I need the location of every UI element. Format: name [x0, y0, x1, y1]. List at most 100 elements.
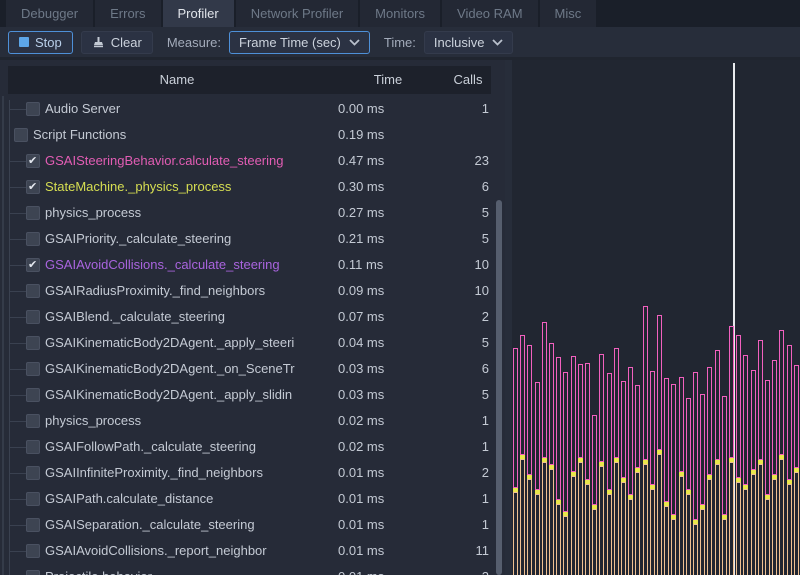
tab-profiler[interactable]: Profiler — [163, 0, 234, 27]
column-header-time[interactable]: Time — [346, 66, 430, 94]
clear-button-label: Clear — [111, 35, 142, 50]
row-checkbox[interactable] — [26, 284, 40, 298]
graph-bar-salmon — [736, 482, 741, 575]
row-checkbox[interactable] — [26, 310, 40, 324]
graph-bar-pink — [715, 350, 720, 460]
table-row[interactable]: GSAIBlend._calculate_steering 0.07 ms 2 — [0, 304, 496, 330]
row-name: GSAIBlend._calculate_steering — [45, 309, 225, 324]
table-row[interactable]: GSAIPriority._calculate_steering 0.21 ms… — [0, 226, 496, 252]
tab-debugger[interactable]: Debugger — [6, 0, 93, 27]
graph-bar-pink — [607, 373, 612, 490]
table-row[interactable]: GSAIKinematicBody2DAgent._apply_steeri 0… — [0, 330, 496, 356]
table-row[interactable]: GSAIAvoidCollisions._calculate_steering … — [0, 252, 496, 278]
tab-monitors[interactable]: Monitors — [360, 0, 440, 27]
row-time: 0.27 ms — [338, 205, 408, 220]
table-scrollbar[interactable] — [496, 200, 502, 575]
graph-bar-salmon — [571, 476, 576, 575]
row-checkbox[interactable] — [26, 102, 40, 116]
clear-brush-icon — [92, 36, 105, 49]
tab-label: Profiler — [178, 6, 219, 21]
row-name: StateMachine._physics_process — [45, 179, 231, 194]
graph-bar-salmon — [679, 476, 684, 575]
graph-bar-pink — [700, 394, 705, 505]
graph-bar-salmon — [535, 494, 540, 575]
table-row[interactable]: Script Functions 0.19 ms — [0, 122, 496, 148]
row-checkbox[interactable] — [14, 128, 28, 142]
table-row[interactable]: GSAIRadiusProximity._find_neighbors 0.09… — [0, 278, 496, 304]
table-row[interactable]: GSAIAvoidCollisions._report_neighbor 0.0… — [0, 538, 496, 564]
graph-bar-pink — [643, 306, 648, 460]
measure-dropdown[interactable]: Frame Time (sec) — [229, 31, 370, 54]
row-checkbox[interactable] — [26, 180, 40, 194]
row-checkbox[interactable] — [26, 492, 40, 506]
row-checkbox[interactable] — [26, 388, 40, 402]
row-checkbox[interactable] — [26, 232, 40, 246]
tree-connector-line — [9, 239, 26, 240]
graph-bar-pink — [758, 340, 763, 460]
tree-connector-line — [9, 187, 26, 188]
table-row[interactable]: GSAISeparation._calculate_steering 0.01 … — [0, 512, 496, 538]
profiler-graph[interactable] — [512, 60, 800, 575]
row-checkbox[interactable] — [26, 336, 40, 350]
row-calls: 5 — [440, 231, 489, 246]
graph-bar-salmon — [787, 484, 792, 575]
graph-bar-salmon — [664, 506, 669, 575]
table-row[interactable]: StateMachine._physics_process 0.30 ms 6 — [0, 174, 496, 200]
table-row[interactable]: Audio Server 0.00 ms 1 — [0, 96, 496, 122]
row-name: GSAIKinematicBody2DAgent._apply_steeri — [45, 335, 294, 350]
graph-bar-pink — [679, 377, 684, 472]
tree-connector-line — [9, 265, 26, 266]
graph-bar-salmon — [635, 472, 640, 575]
tab-misc[interactable]: Misc — [540, 0, 597, 27]
row-time: 0.47 ms — [338, 153, 408, 168]
row-name: GSAIFollowPath._calculate_steering — [45, 439, 256, 454]
tab-label: Network Profiler — [251, 6, 343, 21]
row-calls: 1 — [440, 517, 489, 532]
chevron-down-icon — [349, 39, 360, 46]
row-name: GSAIKinematicBody2DAgent._apply_slidin — [45, 387, 292, 402]
tab-video-ram[interactable]: Video RAM — [442, 0, 538, 27]
time-label: Time: — [384, 35, 416, 50]
column-header-calls[interactable]: Calls — [430, 66, 505, 94]
table-row[interactable]: GSAIKinematicBody2DAgent._on_SceneTr 0.0… — [0, 356, 496, 382]
row-checkbox[interactable] — [26, 258, 40, 272]
table-row[interactable]: GSAISteeringBehavior.calculate_steering … — [0, 148, 496, 174]
row-checkbox[interactable] — [26, 414, 40, 428]
graph-bar-pink — [621, 381, 626, 478]
stop-button[interactable]: Stop — [8, 31, 73, 54]
graph-bar-pink — [535, 382, 540, 490]
row-checkbox[interactable] — [26, 518, 40, 532]
table-row[interactable]: physics_process 0.27 ms 5 — [0, 200, 496, 226]
row-calls: 5 — [440, 387, 489, 402]
row-calls: 2 — [440, 569, 489, 575]
row-checkbox[interactable] — [26, 544, 40, 558]
tab-errors[interactable]: Errors — [95, 0, 160, 27]
table-row[interactable]: GSAIFollowPath._calculate_steering 0.02 … — [0, 434, 496, 460]
table-row[interactable]: Projectile.behavior 0.01 ms 2 — [0, 564, 496, 575]
graph-bar-pink — [527, 345, 532, 475]
row-checkbox[interactable] — [26, 440, 40, 454]
column-header-name[interactable]: Name — [8, 66, 346, 94]
row-time: 0.03 ms — [338, 387, 408, 402]
graph-bar-salmon — [794, 472, 799, 575]
row-calls: 10 — [440, 283, 489, 298]
table-row[interactable]: GSAIKinematicBody2DAgent._apply_slidin 0… — [0, 382, 496, 408]
tree-connector-line — [9, 525, 26, 526]
graph-bar-salmon — [599, 466, 604, 575]
clear-button[interactable]: Clear — [81, 31, 153, 54]
tree-connector-line — [9, 421, 26, 422]
row-checkbox[interactable] — [26, 362, 40, 376]
row-name: GSAIAvoidCollisions._calculate_steering — [45, 257, 280, 272]
time-dropdown[interactable]: Inclusive — [424, 31, 514, 54]
table-row[interactable]: physics_process 0.02 ms 1 — [0, 408, 496, 434]
row-checkbox[interactable] — [26, 570, 40, 575]
tab-network-profiler[interactable]: Network Profiler — [236, 0, 358, 27]
row-calls: 2 — [440, 309, 489, 324]
row-checkbox[interactable] — [26, 466, 40, 480]
table-row[interactable]: GSAIPath.calculate_distance 0.01 ms 1 — [0, 486, 496, 512]
table-row[interactable]: GSAIInfiniteProximity._find_neighbors 0.… — [0, 460, 496, 486]
tab-label: Monitors — [375, 6, 425, 21]
row-checkbox[interactable] — [26, 154, 40, 168]
row-checkbox[interactable] — [26, 206, 40, 220]
graph-bar-pink — [722, 396, 727, 515]
